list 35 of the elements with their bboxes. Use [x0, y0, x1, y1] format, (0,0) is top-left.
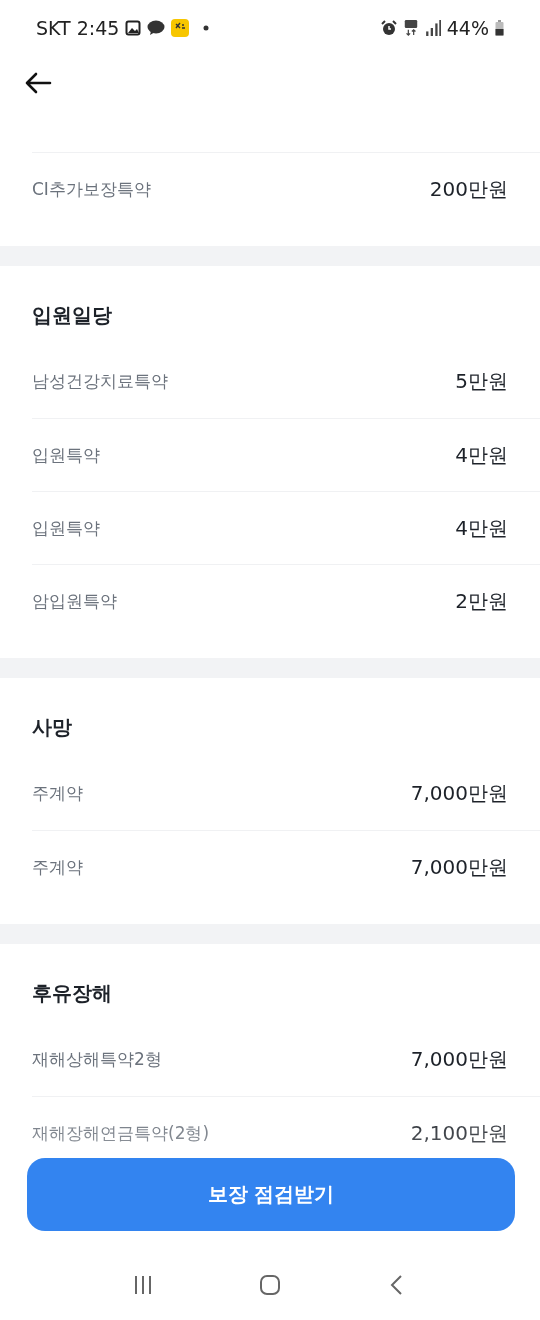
coverage-amount: 200만원 [429, 175, 508, 203]
coverage-name: 재해상해특약2형 [32, 1048, 162, 1071]
chat-bubble-icon [147, 18, 166, 37]
back-arrow-icon[interactable] [24, 70, 52, 95]
coverage-name: 남성건강치료특약 [32, 370, 168, 393]
coverage-amount: 2,100만원 [410, 1119, 508, 1147]
section-title: 후유장해 [32, 980, 113, 1007]
signal-bars-icon [424, 19, 441, 36]
coverage-amount: 5만원 [455, 368, 508, 395]
coverage-amount: 7,000만원 [410, 780, 508, 807]
coverage-name: 입원특약 [32, 516, 100, 540]
section-title: 입원일당 [32, 302, 113, 329]
coverage-amount: 7,000만원 [410, 853, 508, 881]
coverage-amount: 4만원 [455, 514, 508, 542]
check-coverage-button[interactable]: 보장 점검받기 [27, 1158, 515, 1231]
image-icon [125, 19, 142, 36]
battery-icon [495, 19, 504, 36]
coverage-amount: 4만원 [455, 441, 508, 469]
coverage-name: 재해장해연금특약(2형) [32, 1121, 210, 1145]
coverage-name: 주계약 [32, 782, 83, 805]
notification-dot-icon [203, 24, 210, 31]
clock-time: 2:45 [76, 16, 120, 39]
carrier-name: SKT [36, 16, 71, 39]
coverage-amount: 7,000만원 [410, 1046, 508, 1073]
home-icon[interactable] [259, 1274, 281, 1296]
app-icon [171, 18, 190, 37]
battery-percent: 44% [446, 16, 489, 39]
network-signal-icon [402, 19, 419, 36]
coverage-name: 주계약 [32, 855, 83, 879]
section-title: 사망 [32, 714, 73, 741]
coverage-name: 암입원특약 [32, 589, 117, 613]
coverage-name: CI추가보장특약 [32, 177, 151, 201]
coverage-amount: 2만원 [455, 587, 508, 615]
coverage-name: 입원특약 [32, 443, 100, 467]
alarm-clock-icon [380, 19, 397, 36]
